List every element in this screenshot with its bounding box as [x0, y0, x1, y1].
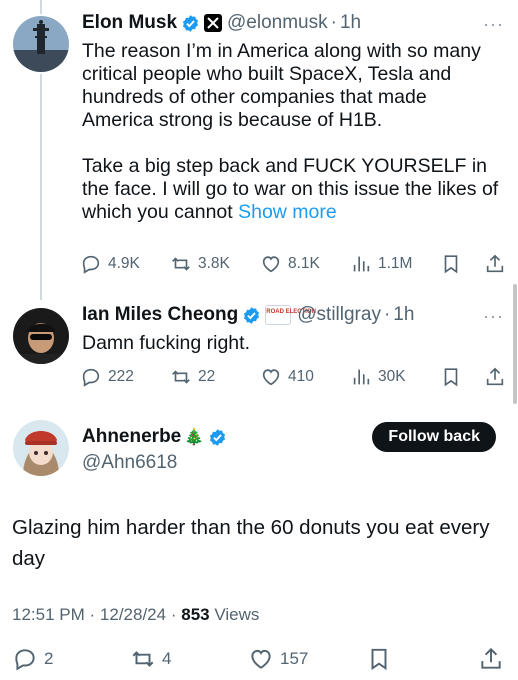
- repost-icon: [172, 257, 190, 271]
- verified-icon: [210, 428, 226, 446]
- tweet-ian[interactable]: Ian Miles Cheong ROAD ELECTION @stillgra…: [0, 290, 518, 400]
- more-icon[interactable]: ···: [483, 306, 504, 327]
- display-name[interactable]: Elon Musk: [82, 12, 177, 34]
- display-name[interactable]: Ian Miles Cheong: [82, 304, 238, 326]
- like-count: 410: [288, 368, 314, 385]
- views-button[interactable]: 1.1M: [350, 253, 412, 275]
- like-icon: [251, 649, 271, 669]
- repost-count: 4: [162, 649, 172, 668]
- bookmark-icon: [371, 648, 387, 671]
- share-icon: [481, 647, 501, 669]
- show-more-link[interactable]: Show more: [238, 201, 337, 223]
- repost-button[interactable]: 22: [170, 366, 215, 388]
- like-button[interactable]: 410: [260, 366, 314, 388]
- bookmark-button[interactable]: [366, 646, 392, 672]
- views-count: 853: [181, 605, 210, 624]
- reply-icon: [82, 368, 100, 387]
- like-button[interactable]: 157: [248, 646, 308, 672]
- like-icon: [262, 369, 280, 386]
- tweet-elon[interactable]: Elon Musk @elonmusk · 1h ··· The reason …: [0, 0, 518, 290]
- post-date[interactable]: 12/28/24: [100, 605, 166, 624]
- views-label: Views: [214, 605, 260, 624]
- separator: ·: [330, 12, 337, 33]
- separator: ·: [89, 605, 96, 624]
- reply-icon: [15, 649, 35, 671]
- share-icon: [486, 367, 504, 386]
- more-icon[interactable]: ···: [483, 14, 504, 35]
- display-name[interactable]: Ahnenerbe: [82, 426, 181, 448]
- like-icon: [262, 256, 280, 273]
- bookmark-button[interactable]: [440, 253, 462, 275]
- separator: ·: [170, 605, 177, 624]
- post-time[interactable]: 12:51 PM: [12, 605, 85, 624]
- bookmark-icon: [444, 368, 458, 387]
- reply-button[interactable]: 222: [80, 366, 134, 388]
- focus-tweet-text: Glazing him harder than the 60 donuts yo…: [12, 516, 490, 570]
- views-count: 30K: [378, 368, 406, 385]
- x-badge-icon: [204, 14, 223, 32]
- separator: ·: [383, 304, 391, 325]
- timestamp[interactable]: 1h: [393, 304, 414, 326]
- avatar[interactable]: [13, 16, 69, 72]
- avatar[interactable]: [13, 308, 69, 364]
- repost-button[interactable]: 3.8K: [170, 253, 230, 275]
- reply-count: 2: [44, 649, 54, 668]
- share-button[interactable]: [484, 366, 506, 388]
- handle[interactable]: @elonmusk: [227, 12, 328, 34]
- scrollbar[interactable]: [513, 284, 517, 404]
- reply-button[interactable]: 2: [12, 646, 53, 672]
- reply-count: 222: [108, 368, 134, 385]
- reply-button[interactable]: 4.9K: [80, 253, 140, 275]
- repost-button[interactable]: 4: [130, 646, 171, 672]
- like-count: 8.1K: [288, 255, 320, 272]
- bookmark-icon: [444, 255, 458, 274]
- share-button[interactable]: [484, 253, 506, 275]
- focus-action-bar: 2 4 157: [12, 646, 508, 674]
- timestamp[interactable]: 1h: [340, 12, 361, 34]
- handle[interactable]: @Ahn6618: [82, 452, 177, 474]
- views-icon: [353, 369, 370, 385]
- affiliate-badge: ROAD ELECTION: [265, 305, 316, 325]
- avatar[interactable]: [13, 420, 69, 476]
- action-bar: 222 22 410 30K: [80, 366, 504, 392]
- tweet-text: Damn fucking right.: [82, 332, 250, 354]
- repost-count: 22: [198, 368, 216, 385]
- verified-icon: [182, 14, 199, 32]
- bookmark-button[interactable]: [440, 366, 462, 388]
- follow-back-button[interactable]: Follow back: [372, 422, 496, 452]
- repost-icon: [172, 370, 190, 384]
- repost-icon: [132, 651, 154, 667]
- handle[interactable]: @stillgray: [297, 304, 381, 326]
- views-button[interactable]: 30K: [350, 366, 406, 388]
- tweet-paragraph: The reason I’m in America along with so …: [82, 40, 481, 131]
- views-icon: [353, 256, 370, 272]
- tweet-meta: 12:51 PM · 12/28/24 · 853 Views: [12, 605, 259, 625]
- like-count: 157: [280, 649, 309, 668]
- share-button[interactable]: [478, 646, 504, 672]
- action-bar: 4.9K 3.8K 8.1K 1.1M: [80, 253, 504, 279]
- repost-count: 3.8K: [198, 255, 230, 272]
- like-button[interactable]: 8.1K: [260, 253, 320, 275]
- views-count: 1.1M: [378, 255, 413, 272]
- verified-icon: [244, 306, 260, 324]
- tweet-text: The reason I’m in America along with so …: [82, 40, 502, 224]
- reply-icon: [82, 255, 100, 274]
- share-icon: [486, 254, 504, 273]
- reply-count: 4.9K: [108, 255, 140, 272]
- tree-emoji: 🎄: [184, 429, 205, 446]
